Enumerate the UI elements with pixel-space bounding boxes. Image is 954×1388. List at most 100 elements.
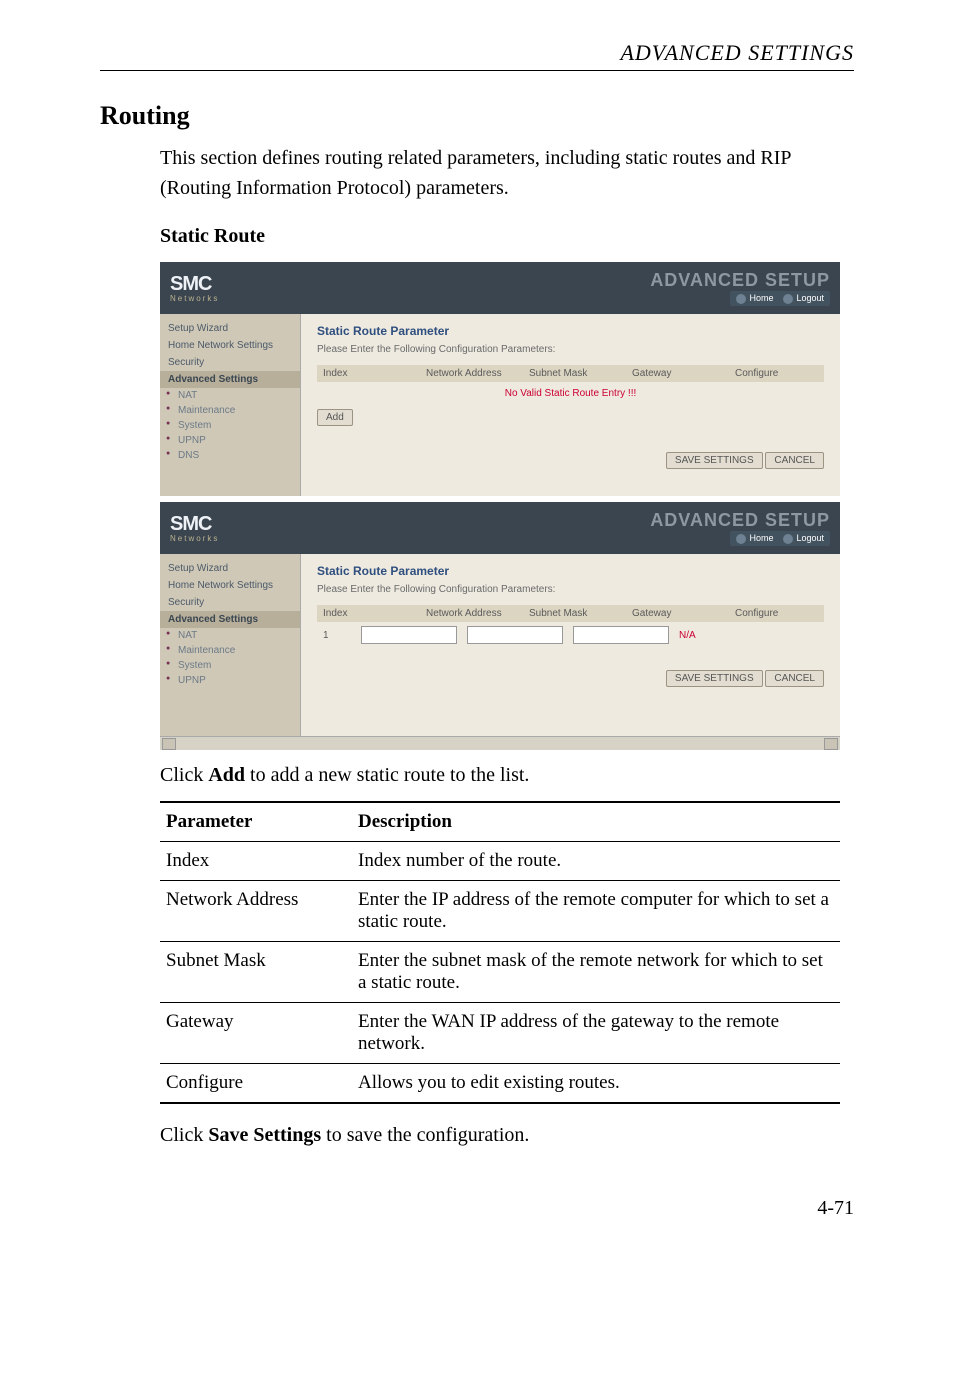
sidebar-item-setup-wizard[interactable]: Setup Wizard [160, 560, 300, 577]
page-header: ADVANCED SETTINGS [100, 40, 854, 71]
table-header: Index Network Address Subnet Mask Gatewa… [317, 605, 824, 622]
sidebar-item-advanced[interactable]: Advanced Settings [160, 611, 300, 628]
banner-title: ADVANCED SETUP [650, 270, 830, 291]
gateway-input[interactable] [573, 626, 669, 644]
row-index: 1 [323, 630, 351, 641]
param-desc: Index number of the route. [352, 842, 840, 881]
button-row: SAVE SETTINGS CANCEL [301, 442, 840, 477]
button-row: SAVE SETTINGS CANCEL [301, 660, 840, 695]
no-entry-message: No Valid Static Route Entry !!! [317, 382, 824, 405]
param-name: Gateway [160, 1003, 352, 1064]
caption-add: Click Add to add a new static route to t… [160, 764, 854, 787]
table-row: Network Address Enter the IP address of … [160, 881, 840, 942]
col-index: Index [323, 368, 406, 379]
logo-sub: Networks [170, 534, 219, 543]
sidebar-item-security[interactable]: Security [160, 354, 300, 371]
section-intro: This section defines routing related par… [160, 143, 854, 203]
param-name: Subnet Mask [160, 942, 352, 1003]
col-network-address: Network Address [426, 608, 509, 619]
content-panel: Static Route Parameter Please Enter the … [301, 314, 840, 496]
sidebar-subitem-system[interactable]: System [160, 418, 300, 433]
banner-right: ADVANCED SETUP Home Logout [650, 510, 830, 546]
logout-link[interactable]: Logout [783, 533, 824, 544]
scroll-left-arrow-icon[interactable] [162, 738, 176, 750]
param-name: Network Address [160, 881, 352, 942]
table-row: Subnet Mask Enter the subnet mask of the… [160, 942, 840, 1003]
param-name: Configure [160, 1064, 352, 1104]
col-network-address: Network Address [426, 368, 509, 379]
logo: SMC [170, 273, 211, 296]
param-desc: Enter the IP address of the remote compu… [352, 881, 840, 942]
sidebar-subitem-upnp[interactable]: UPNP [160, 673, 300, 688]
param-hdr-parameter: Parameter [160, 802, 352, 842]
caption-add-bold: Add [208, 764, 245, 786]
panel-subtitle: Please Enter the Following Configuration… [317, 584, 824, 595]
col-configure: Configure [735, 608, 818, 619]
sidebar-subitem-nat[interactable]: NAT [160, 628, 300, 643]
sidebar: Setup Wizard Home Network Settings Secur… [160, 314, 301, 496]
horizontal-scrollbar[interactable] [160, 736, 840, 750]
param-hdr-description: Description [352, 802, 840, 842]
panel-title: Static Route Parameter [317, 564, 824, 578]
sidebar-item-setup-wizard[interactable]: Setup Wizard [160, 320, 300, 337]
banner: SMC Networks ADVANCED SETUP Home Logout [160, 262, 840, 314]
logo-sub: Networks [170, 294, 219, 303]
table-row: 1 N/A [317, 622, 824, 648]
cancel-button[interactable]: CANCEL [765, 670, 824, 687]
sidebar-item-advanced[interactable]: Advanced Settings [160, 371, 300, 388]
sidebar-subitem-maintenance[interactable]: Maintenance [160, 403, 300, 418]
network-address-input[interactable] [361, 626, 457, 644]
logo-block: SMC Networks [170, 513, 219, 543]
home-link[interactable]: Home [736, 533, 773, 544]
banner: SMC Networks ADVANCED SETUP Home Logout [160, 502, 840, 554]
param-name: Index [160, 842, 352, 881]
parameter-table: Parameter Description Index Index number… [160, 801, 840, 1104]
table-row: Gateway Enter the WAN IP address of the … [160, 1003, 840, 1064]
home-link[interactable]: Home [736, 293, 773, 304]
sidebar-subitem-nat[interactable]: NAT [160, 388, 300, 403]
col-index: Index [323, 608, 406, 619]
table-header: Index Network Address Subnet Mask Gatewa… [317, 365, 824, 382]
caption-save: Click Save Settings to save the configur… [160, 1124, 854, 1147]
sidebar: Setup Wizard Home Network Settings Secur… [160, 554, 301, 736]
save-settings-button[interactable]: SAVE SETTINGS [666, 452, 763, 469]
section-title: Routing [100, 101, 854, 131]
page-number: 4-71 [100, 1197, 854, 1220]
panel-subtitle: Please Enter the Following Configuration… [317, 344, 824, 355]
table-row: Index Index number of the route. [160, 842, 840, 881]
sidebar-subitem-dns[interactable]: DNS [160, 448, 300, 463]
col-gateway: Gateway [632, 368, 715, 379]
banner-right: ADVANCED SETUP Home Logout [650, 270, 830, 306]
add-button[interactable]: Add [317, 409, 353, 426]
panel-title: Static Route Parameter [317, 324, 824, 338]
row-configure: N/A [679, 630, 696, 641]
header-title: ADVANCED SETTINGS [100, 40, 854, 71]
col-subnet-mask: Subnet Mask [529, 368, 612, 379]
screenshot-static-route-empty: SMC Networks ADVANCED SETUP Home Logout … [160, 262, 840, 496]
param-desc: Allows you to edit existing routes. [352, 1064, 840, 1104]
scroll-right-arrow-icon[interactable] [824, 738, 838, 750]
logo: SMC [170, 513, 211, 536]
logo-block: SMC Networks [170, 273, 219, 303]
sidebar-item-home-network[interactable]: Home Network Settings [160, 337, 300, 354]
sidebar-item-security[interactable]: Security [160, 594, 300, 611]
col-configure: Configure [735, 368, 818, 379]
section-subtitle: Static Route [160, 225, 854, 248]
subnet-mask-input[interactable] [467, 626, 563, 644]
logout-link[interactable]: Logout [783, 293, 824, 304]
save-settings-button[interactable]: SAVE SETTINGS [666, 670, 763, 687]
caption-save-bold: Save Settings [208, 1124, 321, 1146]
screenshot-static-route-edit: SMC Networks ADVANCED SETUP Home Logout … [160, 502, 840, 750]
param-desc: Enter the subnet mask of the remote netw… [352, 942, 840, 1003]
table-row: Configure Allows you to edit existing ro… [160, 1064, 840, 1104]
sidebar-subitem-upnp[interactable]: UPNP [160, 433, 300, 448]
sidebar-subitem-maintenance[interactable]: Maintenance [160, 643, 300, 658]
col-gateway: Gateway [632, 608, 715, 619]
content-panel: Static Route Parameter Please Enter the … [301, 554, 840, 736]
cancel-button[interactable]: CANCEL [765, 452, 824, 469]
sidebar-item-home-network[interactable]: Home Network Settings [160, 577, 300, 594]
sidebar-subitem-system[interactable]: System [160, 658, 300, 673]
banner-title: ADVANCED SETUP [650, 510, 830, 531]
col-subnet-mask: Subnet Mask [529, 608, 612, 619]
param-desc: Enter the WAN IP address of the gateway … [352, 1003, 840, 1064]
